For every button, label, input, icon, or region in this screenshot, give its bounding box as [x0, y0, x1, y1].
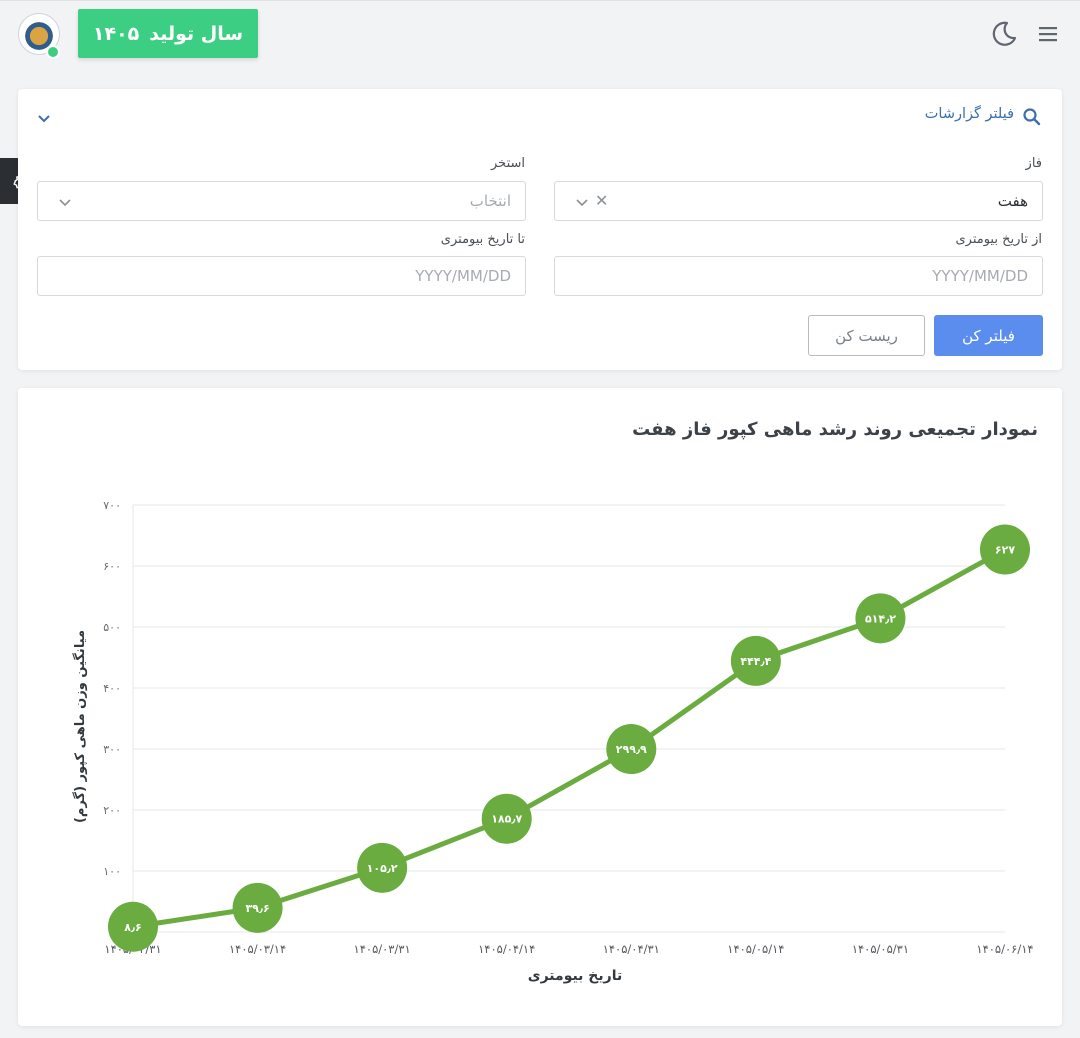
pond-select[interactable]: انتخاب: [37, 181, 526, 221]
growth-line-chart: ۱۰۰۲۰۰۳۰۰۴۰۰۵۰۰۶۰۰۷۰۰۱۴۰۵/۰۲/۳۱۱۴۰۵/۰۳/۱…: [72, 499, 1034, 984]
pond-label: استخر: [491, 156, 525, 171]
search-icon: [1023, 108, 1041, 126]
y-tick-label: ۱۰۰: [103, 865, 121, 878]
x-tick-label: ۱۴۰۵/۰۳/۳۱: [354, 942, 411, 956]
online-status-dot: [46, 45, 60, 59]
phase-selected-value: هفت: [997, 192, 1028, 210]
phase-select[interactable]: هفت ✕: [554, 181, 1043, 221]
x-tick-label: ۱۴۰۵/۰۴/۱۴: [478, 942, 535, 956]
data-label: ۲۹۹٫۹: [616, 743, 647, 756]
x-axis-title: تاریخ بیومتری: [528, 968, 622, 984]
top-bar: سال تولید ۱۴۰۵: [0, 0, 1080, 69]
phase-label: فاز: [1025, 156, 1042, 171]
chart-panel: نمودار تجمیعی روند رشد ماهی کپور فاز هفت…: [18, 388, 1062, 1026]
date-to-label: تا تاریخ بیومتری: [440, 232, 525, 247]
production-year-label: سال تولید: [149, 22, 244, 45]
chevron-down-icon[interactable]: [36, 111, 52, 127]
chevron-down-icon: [59, 199, 71, 207]
clear-icon[interactable]: ✕: [595, 191, 608, 210]
data-label: ۱۰۵٫۲: [367, 862, 398, 875]
data-label: ۵۱۴٫۲: [865, 612, 896, 625]
apply-filter-button[interactable]: فیلتر کن: [934, 315, 1043, 356]
x-tick-label: ۱۴۰۵/۰۳/۱۴: [229, 942, 286, 956]
date-from-label: از تاریخ بیومتری: [955, 232, 1042, 247]
data-label: ۴۴۴٫۴: [740, 655, 771, 668]
filter-panel: فیلتر گزارشات فاز هفت ✕ استخر انتخاب از …: [18, 89, 1062, 370]
production-year-badge[interactable]: سال تولید ۱۴۰۵: [78, 9, 258, 58]
date-to-input[interactable]: [37, 256, 526, 296]
pond-placeholder: انتخاب: [469, 192, 511, 210]
y-tick-label: ۳۰۰: [103, 743, 121, 756]
data-label: ۸٫۶: [124, 921, 142, 934]
date-from-input[interactable]: [554, 256, 1043, 296]
y-tick-label: ۵۰۰: [103, 621, 121, 634]
y-tick-label: ۲۰۰: [103, 804, 121, 817]
x-tick-label: ۱۴۰۵/۰۶/۱۴: [976, 942, 1033, 956]
data-label: ۳۹٫۶: [245, 902, 269, 915]
x-tick-label: ۱۴۰۵/۰۴/۳۱: [603, 942, 660, 956]
data-label: ۱۸۵٫۷: [491, 813, 522, 826]
reset-filter-button[interactable]: ریست کن: [808, 315, 925, 356]
x-tick-label: ۱۴۰۵/۰۵/۳۱: [852, 942, 909, 956]
chevron-down-icon: [576, 199, 588, 207]
menu-icon[interactable]: [1036, 22, 1062, 46]
y-tick-label: ۷۰۰: [103, 499, 121, 512]
y-tick-label: ۴۰۰: [103, 682, 121, 695]
production-year-value: ۱۴۰۵: [92, 22, 140, 45]
filter-title: فیلتر گزارشات: [924, 106, 1014, 122]
x-tick-label: ۱۴۰۵/۰۵/۱۴: [727, 942, 784, 956]
moon-icon[interactable]: [988, 18, 1020, 50]
y-tick-label: ۶۰۰: [103, 560, 121, 573]
data-label: ۶۲۷: [995, 544, 1015, 557]
y-axis-title: میانگین وزن ماهی کپور (گرم): [72, 630, 88, 823]
